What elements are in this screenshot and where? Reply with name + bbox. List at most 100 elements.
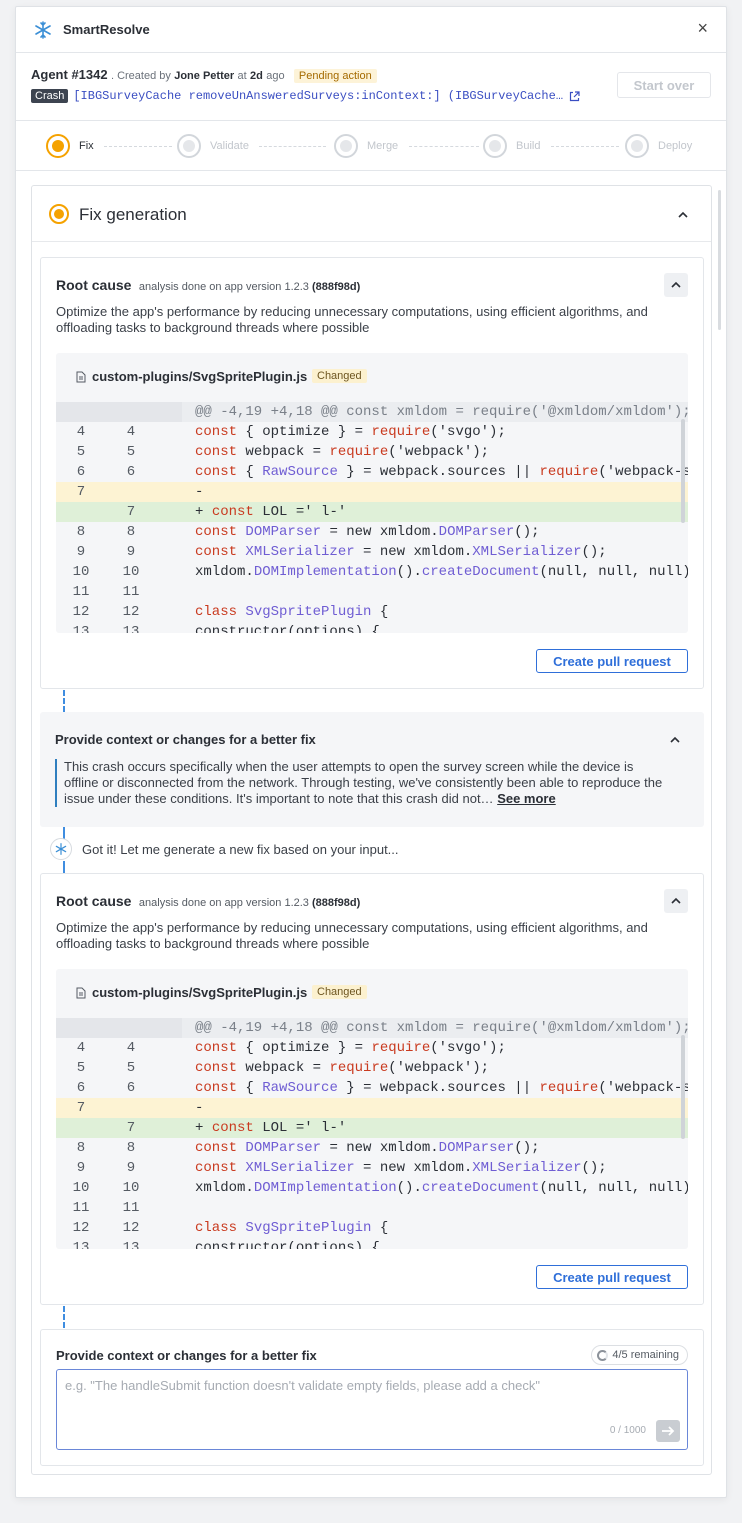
agent-id: Agent #1342	[31, 67, 108, 82]
step-fix[interactable]: Fix	[46, 134, 94, 158]
diff-file-header: custom-plugins/SvgSpritePlugin.js Change…	[56, 353, 688, 402]
app-title: SmartResolve	[63, 22, 150, 37]
diff-line: 4 4 const { optimize } = require('svgo');	[76, 424, 506, 440]
diff-scrollbar[interactable]	[681, 419, 685, 523]
create-pull-request-button[interactable]: Create pull request	[536, 649, 688, 673]
diff-file-name[interactable]: custom-plugins/SvgSpritePlugin.js	[92, 369, 307, 384]
agent-age: 2d	[250, 70, 263, 82]
step-validate[interactable]: Validate	[177, 134, 249, 158]
diff-line: 12 12 class SvgSpritePlugin {	[72, 1220, 389, 1236]
diff-view: @@ -4,19 +4,18 @@ const xmldom = require…	[56, 1018, 688, 1249]
root-cause-header: Root cause analysis done on app version …	[56, 277, 360, 295]
step-indicator	[334, 134, 358, 158]
step-indicator	[177, 134, 201, 158]
diff-scrollbar[interactable]	[681, 1035, 685, 1139]
collapse-button[interactable]	[664, 889, 688, 913]
fix-generation-title: Fix generation	[79, 205, 187, 224]
root-cause-title: Root cause	[56, 893, 132, 909]
step-connector	[259, 146, 326, 147]
smartresolve-panel: SmartResolve × Agent #1342 . Created by …	[15, 6, 727, 1498]
close-icon[interactable]: ×	[697, 19, 708, 37]
file-icon	[76, 987, 86, 999]
step-label: Build	[516, 140, 541, 152]
status-badge: Pending action	[293, 69, 377, 83]
diff-line: 8 8 const DOMParser = new xmldom.DOMParser…	[76, 524, 540, 540]
root-cause-description: Optimize the app's performance by reduci…	[56, 920, 648, 951]
external-link-icon[interactable]	[569, 90, 580, 102]
agent-info: Agent #1342 . Created by Jone Petter at …	[16, 53, 726, 121]
crash-row: Crash [IBGSurveyCache removeUnAnsweredSu…	[31, 89, 580, 103]
diff-line: 5 5 const webpack = require('webpack');	[76, 444, 490, 460]
diff-view: @@ -4,19 +4,18 @@ const xmldom = require…	[56, 402, 688, 633]
assistant-message-text: Got it! Let me generate a new fix based …	[82, 841, 399, 857]
remaining-attempts-badge: 4/5 remaining	[591, 1345, 688, 1365]
start-over-button[interactable]: Start over	[617, 72, 711, 98]
step-build[interactable]: Build	[483, 134, 540, 158]
file-icon	[76, 371, 86, 383]
diff-line: 6 6 const { RawSource } = webpack.sources …	[76, 1080, 688, 1096]
step-indicator	[625, 134, 649, 158]
step-label: Deploy	[658, 140, 693, 152]
root-cause-title: Root cause	[56, 277, 132, 293]
diff-line: 9 9 const XMLSerializer = new xmldom.XMLSe…	[76, 544, 607, 560]
chevron-up-icon[interactable]	[678, 210, 688, 220]
fix-generation-card: Fix generation Root cause analysis done …	[31, 185, 712, 1475]
root-cause-commit: (888f98d)	[312, 897, 361, 909]
context-textarea[interactable]: e.g. "The handleSubmit function doesn't …	[56, 1369, 688, 1450]
remaining-text: 4/5 remaining	[612, 1349, 679, 1361]
root-cause-version: analysis done on app version 1.2.3	[138, 281, 309, 293]
send-button[interactable]	[656, 1420, 680, 1442]
step-merge[interactable]: Merge	[334, 134, 398, 158]
diff-line-removed: 7-	[56, 1098, 688, 1118]
diff-file-header: custom-plugins/SvgSpritePlugin.js Change…	[56, 969, 688, 1018]
diff-line: 10 10 xmldom.DOMImplementation().createDoc…	[72, 1180, 688, 1196]
diff-line: 4 4 const { optimize } = require('svgo');	[76, 1040, 506, 1056]
panel-scrollbar[interactable]	[718, 190, 721, 330]
step-label: Fix	[79, 140, 94, 152]
created-by-label: Created by	[117, 70, 171, 82]
chevron-up-icon	[671, 897, 681, 904]
diff-line: 13 13 constructor(options) {	[72, 1240, 380, 1249]
root-cause-header: Root cause analysis done on app version …	[56, 893, 360, 911]
timeline-connector	[63, 1306, 65, 1328]
diff-line-added: 7 + const LOL =' l-'	[56, 1118, 688, 1138]
fix-generation-header[interactable]: Fix generation	[32, 186, 711, 242]
crash-badge: Crash	[31, 89, 69, 103]
step-connector	[551, 146, 619, 147]
progress-ring-icon	[597, 1349, 609, 1361]
diff-line: 10 10 xmldom.DOMImplementation().createDoc…	[72, 564, 688, 580]
see-more-link[interactable]: See more	[497, 791, 556, 806]
create-pull-request-button[interactable]: Create pull request	[536, 1265, 688, 1289]
diff-line-removed: 7-	[56, 482, 688, 502]
context-text: This crash occurs specifically when the …	[64, 759, 663, 806]
agent-meta: Agent #1342 . Created by Jone Petter at …	[31, 67, 377, 83]
file-status-badge: Changed	[312, 985, 367, 999]
collapse-button[interactable]	[663, 728, 687, 752]
arrow-right-icon	[662, 1426, 675, 1436]
at-label: at	[237, 70, 247, 82]
step-deploy[interactable]: Deploy	[625, 134, 692, 158]
smartresolve-logo-icon	[35, 21, 51, 39]
diff-line: 5 5 const webpack = require('webpack');	[76, 1060, 490, 1076]
step-label: Validate	[210, 140, 249, 152]
collapse-button[interactable]	[664, 273, 688, 297]
context-body: This crash occurs specifically when the …	[55, 759, 671, 807]
code-diff-card: custom-plugins/SvgSpritePlugin.js Change…	[56, 353, 688, 633]
diff-line: 12 12 class SvgSpritePlugin {	[72, 604, 389, 620]
root-cause-version: analysis done on app version 1.2.3	[138, 897, 309, 909]
diff-file-name[interactable]: custom-plugins/SvgSpritePlugin.js	[92, 985, 307, 1000]
assistant-message: Got it! Let me generate a new fix based …	[50, 838, 399, 860]
file-status-badge: Changed	[312, 369, 367, 383]
diff-hunk-header: @@ -4,19 +4,18 @@ const xmldom = require…	[56, 1018, 688, 1038]
context-feedback-block: Provide context or changes for a better …	[40, 712, 704, 827]
chevron-up-icon	[670, 736, 680, 743]
crash-signature-link[interactable]: [IBGSurveyCache removeUnAnsweredSurveys:…	[73, 89, 563, 103]
diff-line: 6 6 const { RawSource } = webpack.sources …	[76, 464, 688, 480]
root-cause-commit: (888f98d)	[312, 281, 361, 293]
hunk-text: @@ -4,19 +4,18 @@ const xmldom = require…	[182, 402, 688, 422]
timeline-connector	[63, 690, 65, 712]
diff-line: 9 9 const XMLSerializer = new xmldom.XMLSe…	[76, 1160, 607, 1176]
diff-line: 8 8 const DOMParser = new xmldom.DOMParser…	[76, 1140, 540, 1156]
panel-header: SmartResolve ×	[16, 7, 726, 53]
root-cause-card: Root cause analysis done on app version …	[40, 873, 704, 1305]
